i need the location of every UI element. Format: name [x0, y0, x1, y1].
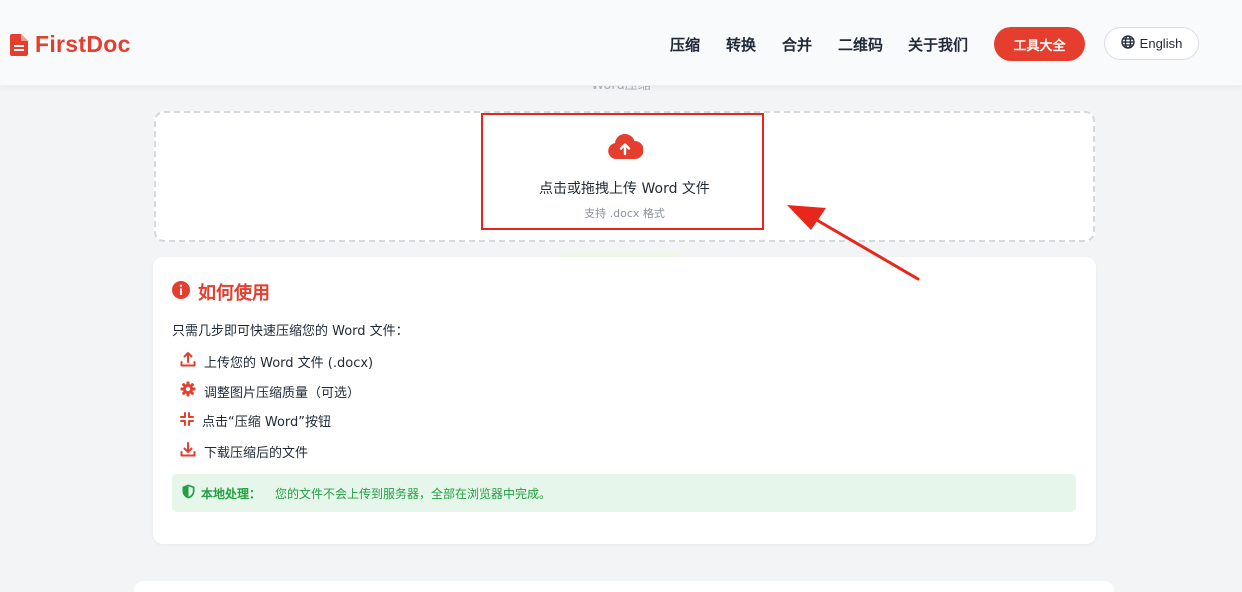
notice-label: 本地处理： — [201, 486, 262, 501]
next-section-card — [134, 581, 1114, 592]
nav-item-compress[interactable]: 压缩 — [670, 34, 700, 55]
step-text: 上传您的 Word 文件 (.docx) — [204, 355, 374, 371]
local-processing-notice: 本地处理： 您的文件不会上传到服务器，全部在浏览器中完成。 — [172, 474, 1076, 512]
how-to-intro: 只需几步即可快速压缩您的 Word 文件： — [172, 324, 409, 339]
nav-item-merge[interactable]: 合并 — [782, 34, 812, 55]
shield-icon — [182, 484, 195, 502]
step-text: 下载压缩后的文件 — [204, 445, 309, 461]
compress-icon — [180, 411, 194, 430]
gear-icon — [180, 381, 196, 401]
upload-icon — [180, 351, 196, 371]
list-item: 调整图片压缩质量（可选） — [172, 381, 360, 401]
tools-button[interactable]: 工具大全 — [994, 27, 1085, 61]
top-header: FirstDoc 压缩 转换 合并 二维码 关于我们 工具大全 English — [0, 0, 1242, 86]
cloud-upload-icon — [607, 132, 644, 164]
how-to-title: 如何使用 — [198, 283, 270, 304]
brand-logo[interactable]: FirstDoc — [10, 31, 131, 58]
upload-dropzone[interactable]: 点击或拖拽上传 Word 文件 支持 .docx 格式 — [154, 111, 1095, 242]
list-item: 点击“压缩 Word”按钮 — [172, 411, 331, 430]
upload-prompt: 点击或拖拽上传 Word 文件 — [539, 181, 710, 197]
info-circle-icon — [172, 281, 190, 303]
how-to-heading: 如何使用 — [172, 279, 270, 305]
list-item: 上传您的 Word 文件 (.docx) — [172, 351, 373, 371]
notice-message: 您的文件不会上传到服务器，全部在浏览器中完成。 — [275, 486, 552, 501]
file-icon — [10, 33, 28, 56]
nav-item-qrcode[interactable]: 二维码 — [838, 34, 883, 55]
upload-hint: 支持 .docx 格式 — [584, 207, 665, 220]
download-icon — [180, 441, 196, 461]
globe-icon — [1121, 35, 1140, 52]
how-to-card: 如何使用 只需几步即可快速压缩您的 Word 文件： 上传您的 Word 文件 … — [153, 257, 1096, 544]
nav-item-convert[interactable]: 转换 — [726, 34, 756, 55]
nav-item-about[interactable]: 关于我们 — [908, 34, 968, 55]
brand-name: FirstDoc — [35, 31, 131, 57]
step-text: 点击“压缩 Word”按钮 — [202, 415, 332, 430]
language-label: English — [1139, 36, 1183, 51]
step-text: 调整图片压缩质量（可选） — [204, 385, 361, 401]
list-item: 下载压缩后的文件 — [172, 441, 308, 461]
language-button[interactable]: English — [1104, 27, 1199, 60]
